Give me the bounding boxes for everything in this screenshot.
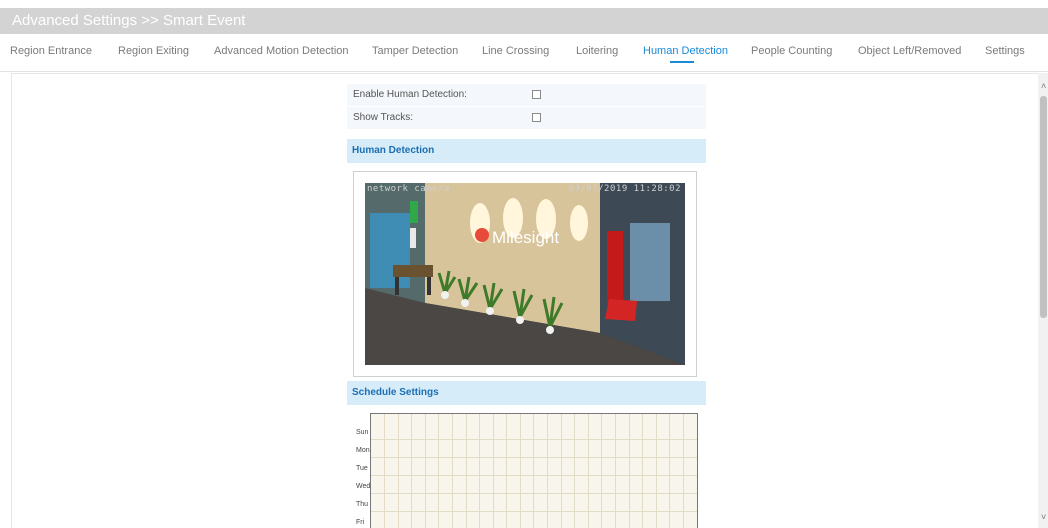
osd-timestamp: 03/07/2019 11:28:02 — [568, 184, 681, 194]
tab-people-counting[interactable]: People Counting — [751, 45, 832, 57]
schedule-grid[interactable] — [370, 413, 698, 528]
day-label-sun: Sun — [356, 429, 369, 436]
show-tracks-label: Show Tracks: — [353, 112, 414, 123]
wall-logo-text: Milesight — [492, 228, 559, 247]
tab-loitering[interactable]: Loitering — [576, 45, 618, 57]
live-video-preview[interactable]: Milesight network camera 03/07/2019 11:2… — [365, 183, 685, 365]
scrollbar-thumb[interactable] — [1040, 96, 1047, 318]
scroll-up-arrow-icon[interactable]: ˄ — [1041, 82, 1046, 91]
tab-bar: Region Entrance Region Exiting Advanced … — [0, 34, 1048, 72]
day-label-mon: Mon — [356, 447, 370, 454]
tab-settings[interactable]: Settings — [985, 45, 1025, 57]
schedule-settings-section-title: Schedule Settings — [352, 387, 439, 398]
day-label-wed: Wed — [356, 483, 371, 490]
top-strip — [0, 0, 1048, 8]
enable-human-detection-checkbox[interactable] — [532, 90, 541, 99]
tab-region-exiting[interactable]: Region Exiting — [118, 45, 189, 57]
schedule-settings-section-header: Schedule Settings — [347, 381, 706, 405]
day-label-tue: Tue — [356, 465, 368, 472]
active-tab-indicator — [670, 61, 694, 63]
day-label-fri: Fri — [356, 519, 365, 526]
show-tracks-row: Show Tracks: — [347, 107, 706, 129]
tab-advanced-motion-detection[interactable]: Advanced Motion Detection — [214, 45, 349, 57]
show-tracks-checkbox[interactable] — [532, 113, 541, 122]
page-title: Advanced Settings >> Smart Event — [12, 12, 246, 29]
osd-camera-name: network camera — [367, 184, 450, 194]
tab-line-crossing[interactable]: Line Crossing — [482, 45, 549, 57]
enable-human-detection-label: Enable Human Detection: — [353, 89, 467, 100]
tab-tamper-detection[interactable]: Tamper Detection — [372, 45, 458, 57]
day-label-thu: Thu — [356, 501, 369, 508]
schedule-grid-lines — [371, 414, 697, 528]
human-detection-section-title: Human Detection — [352, 145, 435, 156]
camera-scene: Milesight — [365, 183, 685, 365]
human-detection-section-header: Human Detection — [347, 139, 706, 163]
tab-human-detection[interactable]: Human Detection — [643, 45, 728, 57]
tab-region-entrance[interactable]: Region Entrance — [10, 45, 92, 57]
scroll-down-arrow-icon[interactable]: ˅ — [1041, 513, 1046, 522]
enable-human-detection-row: Enable Human Detection: — [347, 84, 706, 106]
tab-object-left-removed[interactable]: Object Left/Removed — [858, 45, 961, 57]
title-bar: Advanced Settings >> Smart Event — [0, 8, 1048, 34]
